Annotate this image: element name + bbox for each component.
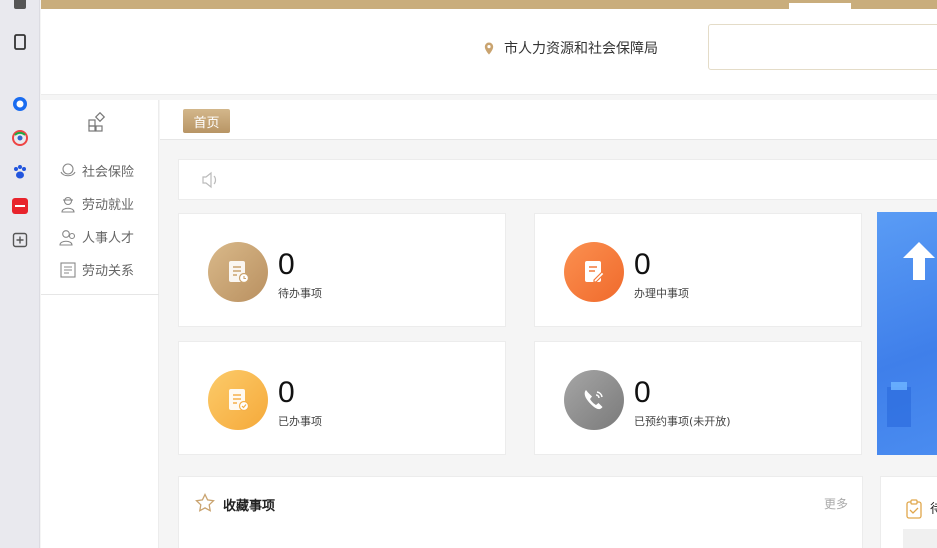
speaker-icon: [200, 170, 220, 194]
pending-task-icon: [208, 242, 268, 302]
location-selector[interactable]: 市人力资源和社会保障局: [484, 38, 658, 58]
card-label: 办理中事项: [634, 287, 689, 300]
in-progress-icon: [564, 242, 624, 302]
sidebar-item-labor-relations[interactable]: 劳动关系: [41, 253, 159, 286]
os-dock: [0, 0, 40, 548]
location-label: 市人力资源和社会保障局: [504, 41, 658, 57]
sidebar-item-employment[interactable]: 劳动就业: [41, 187, 159, 220]
add-app-icon[interactable]: [11, 231, 29, 249]
card-label: 已办事项: [278, 415, 322, 428]
card-booked[interactable]: 0 已预约事项(未开放): [534, 341, 862, 455]
favorites-title: 收藏事项: [223, 499, 276, 514]
notice-bar: [178, 159, 937, 200]
phone-call-icon: [564, 370, 624, 430]
card-label: 已预约事项(未开放): [634, 415, 731, 428]
sidebar-item-talent[interactable]: 人事人才: [41, 220, 159, 253]
search-input[interactable]: [708, 24, 937, 70]
location-pin-icon: [484, 42, 494, 54]
sidebar-menu: 社会保险 劳动就业 人事人才 劳动关系: [41, 154, 159, 295]
chat-icon[interactable]: [11, 95, 29, 113]
talent-icon: [59, 229, 76, 246]
card-label: 待办事项: [278, 287, 322, 300]
card-pending[interactable]: 0 待办事项: [178, 213, 506, 327]
tab-home[interactable]: 首页: [183, 109, 230, 133]
card-done[interactable]: 0 已办事项: [178, 341, 506, 455]
app-icon[interactable]: [11, 0, 29, 12]
todo-panel-content: [903, 529, 937, 548]
sidebar: 社会保险 劳动就业 人事人才 劳动关系: [41, 100, 159, 548]
category-grid-icon[interactable]: [88, 111, 108, 136]
banner-graphic: [887, 242, 935, 427]
sidebar-item-label: 劳动关系: [82, 264, 135, 279]
promo-banner[interactable]: [877, 212, 937, 455]
browser-icon[interactable]: [11, 129, 29, 147]
card-in-progress[interactable]: 0 办理中事项: [534, 213, 862, 327]
done-task-icon: [208, 370, 268, 430]
header: 市人力资源和社会保障局: [41, 9, 937, 95]
paw-icon[interactable]: [11, 163, 29, 181]
tab-bar: 首页: [160, 100, 937, 140]
sidebar-item-social-insurance[interactable]: 社会保险: [41, 154, 159, 187]
app-window: 市人力资源和社会保障局 社会保险 劳动就业 人事人才 劳动关系 首页 0 待办事…: [0, 0, 937, 548]
card-count: 0: [278, 248, 295, 281]
todo-panel: 待: [880, 476, 937, 548]
top-banner-strip: [41, 0, 937, 9]
sidebar-item-label: 劳动就业: [82, 198, 135, 213]
star-icon: [195, 493, 215, 517]
sidebar-item-label: 人事人才: [82, 231, 135, 246]
todo-panel-title: 待: [930, 502, 937, 517]
favorites-panel: 收藏事项 更多: [178, 476, 863, 548]
card-count: 0: [278, 376, 295, 409]
labor-relations-icon: [60, 261, 76, 278]
favorites-more-link[interactable]: 更多: [824, 495, 848, 512]
employment-icon: [61, 196, 75, 213]
clipboard-icon: [905, 499, 923, 523]
card-count: 0: [634, 376, 651, 409]
card-count: 0: [634, 248, 651, 281]
sidebar-item-label: 社会保险: [82, 165, 135, 180]
red-app-icon[interactable]: [11, 197, 29, 215]
phone-icon[interactable]: [11, 33, 29, 51]
social-insurance-icon: [60, 162, 76, 176]
